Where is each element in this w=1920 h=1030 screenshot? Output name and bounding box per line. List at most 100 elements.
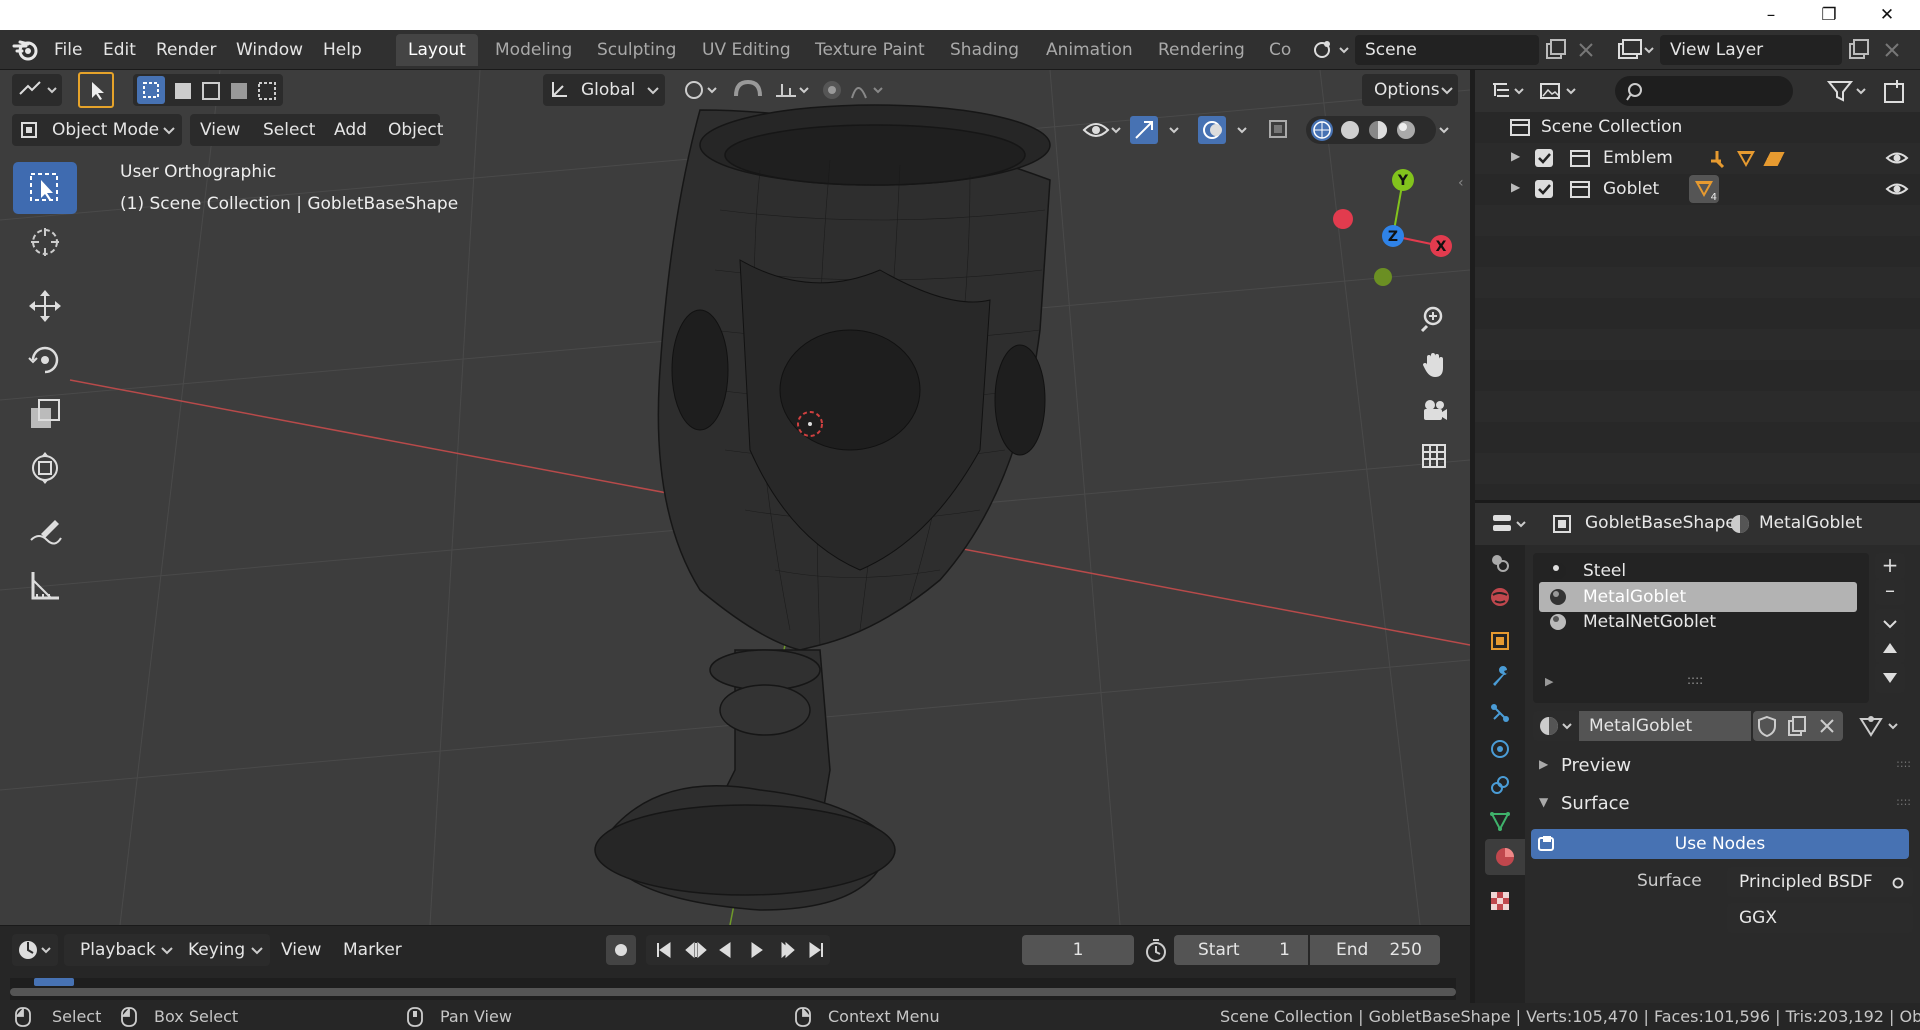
measure-tool[interactable] <box>13 560 77 612</box>
tab-constraints[interactable] <box>1485 767 1515 803</box>
playback-menu[interactable]: Playback <box>80 934 156 966</box>
new-collection-icon[interactable] <box>1881 78 1909 106</box>
menu-window[interactable]: Window <box>236 30 303 70</box>
tab-particles[interactable] <box>1485 695 1515 731</box>
emblem-child-icons[interactable] <box>1707 147 1787 171</box>
playback-controls[interactable] <box>646 935 830 965</box>
link-type-button[interactable] <box>1857 711 1907 741</box>
sidebar-toggle-icon[interactable]: ‹ <box>1458 175 1470 197</box>
outliner-editor-type-button[interactable] <box>1489 76 1529 106</box>
tab-compositing[interactable]: Co <box>1257 34 1299 66</box>
material-slot-metalnetgoblet[interactable]: MetalNetGoblet <box>1539 607 1857 637</box>
zoom-icon[interactable] <box>1412 296 1456 340</box>
pivot-snap-proportional-group[interactable] <box>680 74 890 106</box>
outliner-row-scene-collection[interactable]: Scene Collection <box>1475 112 1920 143</box>
tab-object[interactable] <box>1485 623 1515 659</box>
browse-material-button[interactable] <box>1533 711 1579 741</box>
expand-arrow-icon[interactable]: ▶ <box>1511 180 1520 194</box>
timeline-track-area[interactable] <box>10 978 1456 1000</box>
view-layer-name-field[interactable]: View Layer <box>1660 35 1842 65</box>
keying-menu[interactable]: Keying <box>188 934 245 966</box>
options-dropdown[interactable]: Options <box>1362 74 1458 106</box>
tab-modeling[interactable]: Modeling <box>483 34 584 66</box>
preview-range-icon[interactable] <box>1142 936 1170 964</box>
maximize-button[interactable]: ❐ <box>1800 0 1858 30</box>
move-tool[interactable] <box>13 280 77 332</box>
record-button[interactable] <box>606 935 636 965</box>
viewport-menu-add[interactable]: Add <box>334 114 367 146</box>
navigation-gizmo[interactable]: Y Z X <box>1320 162 1460 292</box>
rotate-tool[interactable] <box>13 334 77 386</box>
tab-shading[interactable]: Shading <box>938 34 1031 66</box>
move-slot-down-icon[interactable] <box>1875 663 1905 693</box>
tab-layout[interactable]: Layout <box>396 34 478 66</box>
new-scene-icon[interactable] <box>1543 38 1567 62</box>
tab-modifiers[interactable] <box>1485 659 1515 695</box>
3d-viewport[interactable]: Global Options Object Mode View Select A… <box>0 70 1470 925</box>
tab-physics[interactable] <box>1485 731 1515 767</box>
tab-data[interactable] <box>1485 803 1515 839</box>
new-view-layer-icon[interactable] <box>1846 38 1870 62</box>
outliner-row-goblet[interactable]: ▶ Goblet 4 <box>1475 174 1920 205</box>
viewport-menu-view[interactable]: View <box>200 114 240 146</box>
scene-name-field[interactable]: Scene <box>1355 35 1539 65</box>
blender-logo-icon[interactable] <box>12 38 40 62</box>
marker-menu[interactable]: Marker <box>343 934 402 966</box>
select-tool-header-icon[interactable] <box>78 72 114 108</box>
panel-drag-handle[interactable]: :::: <box>1896 757 1911 770</box>
preview-panel-header[interactable]: ▶ Preview :::: <box>1531 749 1911 783</box>
tab-material[interactable] <box>1485 839 1525 875</box>
surface-panel-header[interactable]: ▼ Surface :::: <box>1531 787 1911 821</box>
timeline-scrollbar[interactable] <box>10 988 1456 996</box>
viewport-menu-select[interactable]: Select <box>263 114 315 146</box>
tab-animation[interactable]: Animation <box>1034 34 1145 66</box>
current-frame-field[interactable]: 1 <box>1022 935 1134 965</box>
playhead-marker[interactable] <box>34 978 74 986</box>
scale-tool[interactable] <box>13 388 77 440</box>
properties-editor-type-button[interactable] <box>1489 509 1531 539</box>
outliner-row-emblem[interactable]: ▶ Emblem <box>1475 143 1920 174</box>
exclude-checkbox[interactable] <box>1535 149 1553 167</box>
material-datablock-field[interactable]: MetalGoblet <box>1579 711 1751 741</box>
panel-drag-handle[interactable]: :::: <box>1896 795 1911 808</box>
view-layer-selector-button[interactable] <box>1615 36 1655 64</box>
scene-selector-button[interactable] <box>1310 36 1350 64</box>
surface-shader-field[interactable]: Principled BSDF <box>1727 867 1913 897</box>
selection-mode-group[interactable] <box>133 74 283 106</box>
filter-button[interactable] <box>1825 76 1871 106</box>
slot-list-resize-handle[interactable]: :::: <box>1687 673 1703 687</box>
exclude-checkbox[interactable] <box>1535 180 1553 198</box>
select-box-tool[interactable] <box>13 162 77 214</box>
tab-tool[interactable] <box>1485 545 1515 581</box>
delete-scene-icon[interactable] <box>1574 38 1598 62</box>
outliner-search-field[interactable] <box>1615 76 1793 106</box>
tab-world[interactable] <box>1485 579 1515 615</box>
minimize-button[interactable]: – <box>1742 0 1800 30</box>
viewport-menu-object[interactable]: Object <box>388 114 443 146</box>
close-button[interactable]: ✕ <box>1858 0 1916 30</box>
timeline-view-menu[interactable]: View <box>281 934 321 966</box>
datablock-actions[interactable] <box>1753 711 1843 741</box>
distribution-dropdown[interactable]: GGX <box>1727 903 1913 933</box>
use-nodes-button[interactable]: Use Nodes <box>1531 829 1909 859</box>
end-frame-field[interactable]: End 250 <box>1310 935 1440 965</box>
timeline-editor-type-button[interactable] <box>12 934 58 966</box>
display-mode-button[interactable] <box>1535 76 1585 106</box>
goblet-mesh-group-icon[interactable]: 4 <box>1689 175 1719 203</box>
delete-view-layer-icon[interactable] <box>1880 38 1904 62</box>
slot-list-expand-icon[interactable]: ▶ <box>1545 675 1553 688</box>
expand-arrow-icon[interactable]: ▶ <box>1511 149 1520 163</box>
tab-texture[interactable] <box>1485 883 1515 919</box>
menu-edit[interactable]: Edit <box>103 30 136 70</box>
move-slot-up-icon[interactable] <box>1875 633 1905 663</box>
cursor-tool[interactable] <box>13 216 77 268</box>
tab-texture-paint[interactable]: Texture Paint <box>803 34 937 66</box>
transform-tool[interactable] <box>13 442 77 494</box>
menu-render[interactable]: Render <box>156 30 217 70</box>
pan-hand-icon[interactable] <box>1412 342 1456 386</box>
tab-uv-editing[interactable]: UV Editing <box>690 34 803 66</box>
menu-help[interactable]: Help <box>323 30 362 70</box>
transform-orientation-dropdown[interactable]: Global <box>543 74 665 106</box>
tab-rendering[interactable]: Rendering <box>1146 34 1257 66</box>
annotate-tool[interactable] <box>13 506 77 558</box>
